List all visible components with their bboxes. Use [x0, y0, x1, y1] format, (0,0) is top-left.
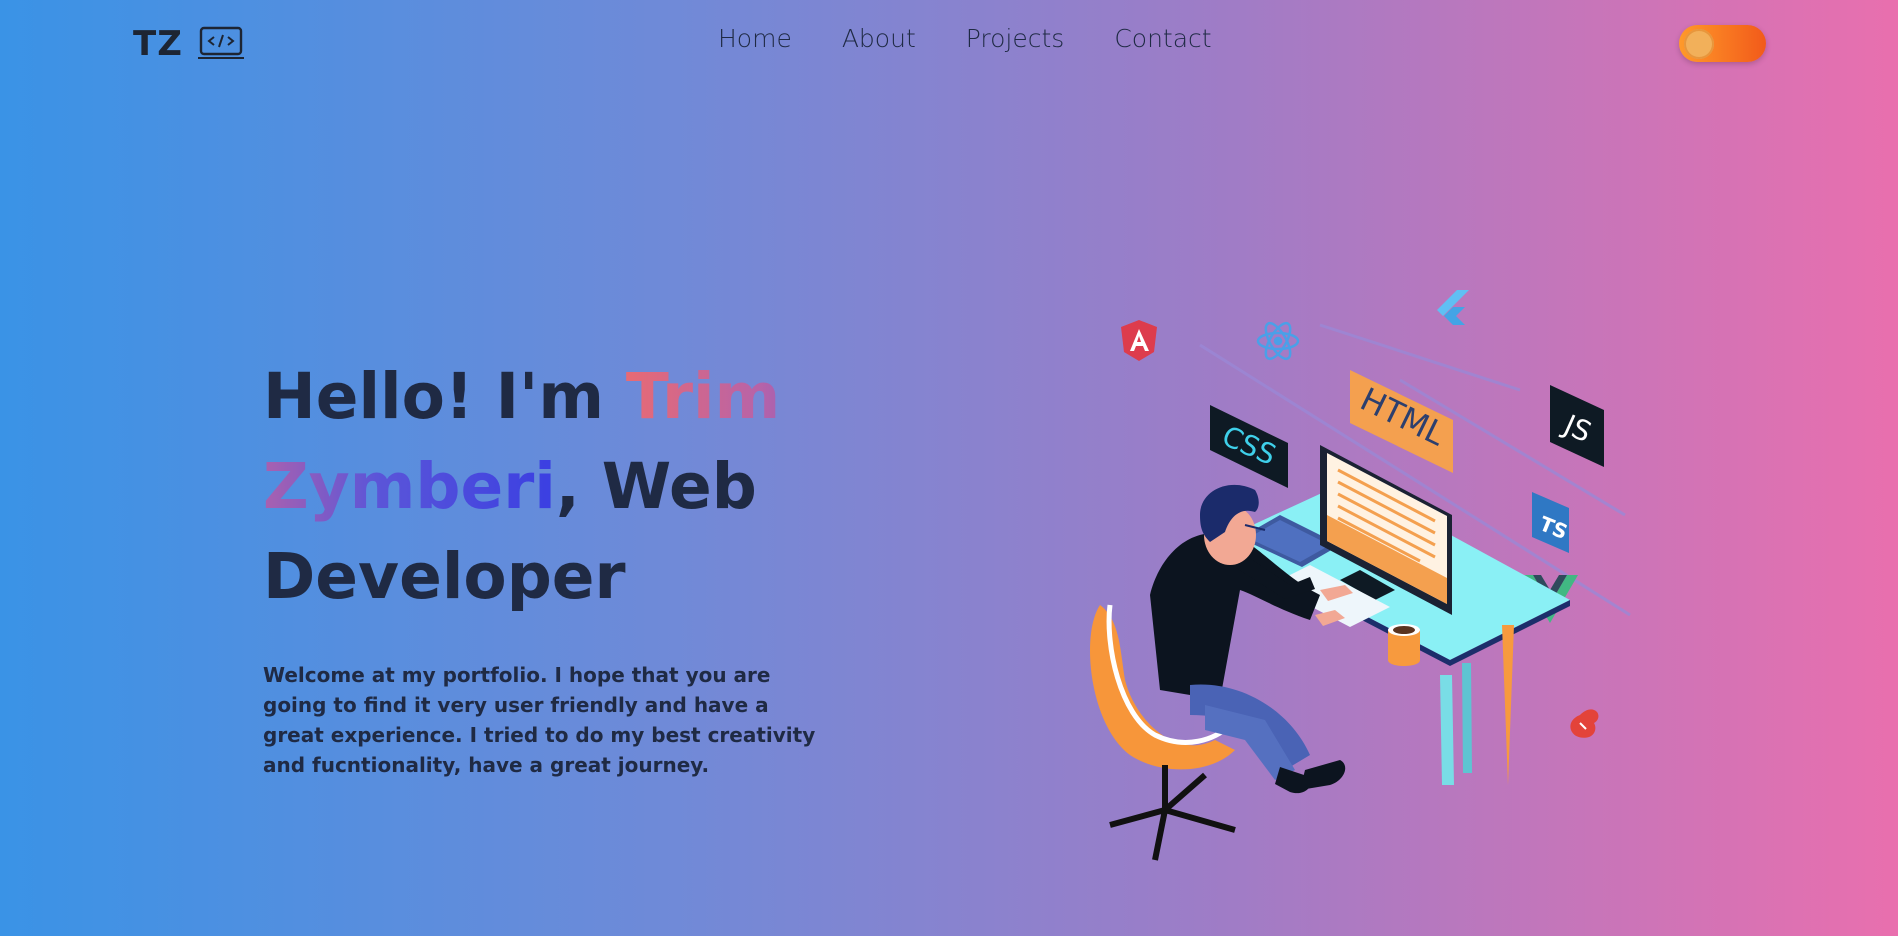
- logo-text: TZ: [133, 24, 183, 64]
- typescript-icon: TS: [1532, 492, 1571, 553]
- css-icon: CSS: [1210, 405, 1288, 488]
- toggle-knob: [1684, 29, 1714, 59]
- theme-toggle[interactable]: [1679, 25, 1766, 62]
- svelte-icon: [1570, 709, 1599, 738]
- developer-at-desk-illustration: CSS HTML JS TS: [1090, 290, 1631, 861]
- html-icon: HTML: [1350, 370, 1453, 473]
- hero-heading: Hello! I'm Trim Zymberi, Web Developer: [263, 352, 863, 622]
- nav-projects[interactable]: Projects: [966, 24, 1065, 53]
- logo[interactable]: TZ: [133, 24, 245, 64]
- flutter-icon: [1437, 290, 1469, 325]
- hero-section: Hello! I'm Trim Zymberi, Web Developer W…: [263, 352, 863, 780]
- react-icon: [1256, 321, 1300, 361]
- hero-description: Welcome at my portfolio. I hope that you…: [263, 663, 816, 777]
- nav-home[interactable]: Home: [718, 24, 792, 53]
- greeting-text: Hello! I'm: [263, 360, 626, 433]
- main-nav: Home About Projects Contact: [718, 24, 1212, 53]
- nav-contact[interactable]: Contact: [1114, 24, 1211, 53]
- js-icon: JS: [1550, 385, 1604, 467]
- angular-icon: [1121, 320, 1157, 361]
- coffee-mug-icon: [1388, 624, 1420, 666]
- nav-about[interactable]: About: [842, 24, 916, 53]
- laptop-code-icon: [197, 26, 244, 59]
